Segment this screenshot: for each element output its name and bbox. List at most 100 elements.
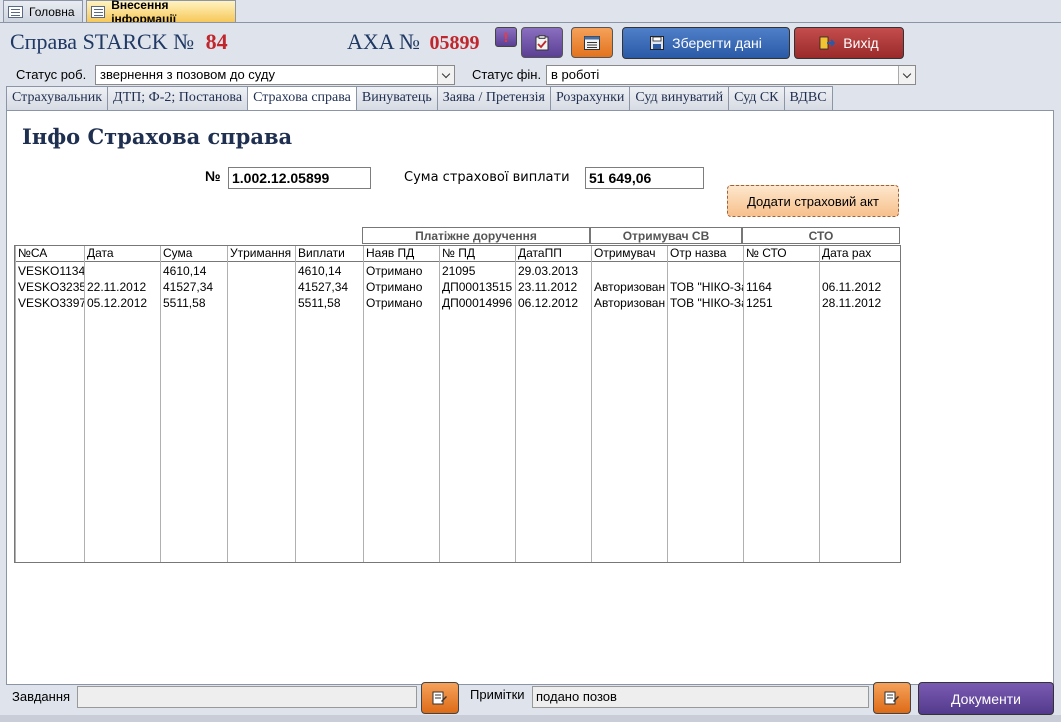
form-list-icon bbox=[584, 35, 600, 50]
table-cell[interactable] bbox=[667, 264, 743, 279]
column-header[interactable]: Виплати bbox=[295, 246, 363, 261]
table-cell[interactable] bbox=[227, 264, 295, 279]
table-cell[interactable]: ДП00014996 bbox=[439, 296, 515, 311]
doc-tab-main-label: Головна bbox=[29, 4, 75, 19]
table-cell[interactable]: VESKO3235 bbox=[15, 280, 84, 295]
table-cell[interactable]: 1251 bbox=[743, 296, 819, 311]
column-header[interactable]: Отримувач bbox=[591, 246, 667, 261]
status-bar bbox=[0, 715, 1061, 722]
case-number: 84 bbox=[205, 29, 228, 54]
table-cell[interactable]: 05.12.2012 bbox=[84, 296, 160, 311]
column-header[interactable]: Отр назва bbox=[667, 246, 743, 261]
save-button[interactable]: Зберегти дані bbox=[622, 27, 790, 59]
table-cell[interactable]: Авторизован bbox=[591, 296, 667, 311]
table-cell[interactable]: ДП00013515 bbox=[439, 280, 515, 295]
exit-icon bbox=[819, 36, 836, 50]
tasks-label: Завдання bbox=[12, 689, 71, 704]
column-header[interactable]: № СТО bbox=[743, 246, 819, 261]
edit-note-icon bbox=[884, 691, 899, 705]
insurance-acts-table: №СА Дата Сума Утримання Виплати Наяв ПД № ПД Да… bbox=[14, 245, 901, 563]
doc-tab-input[interactable]: Внесення інформації bbox=[86, 0, 236, 26]
table-cell[interactable]: 41527,34 bbox=[295, 280, 363, 295]
table-cell[interactable]: Отримано bbox=[363, 264, 439, 279]
tab-court-sk[interactable]: Суд СК bbox=[728, 86, 785, 110]
tab-accident[interactable]: ДТП; Ф-2; Постанова bbox=[107, 86, 249, 110]
group-payment-order: Платіжне доручення bbox=[362, 227, 590, 244]
table-cell[interactable]: 28.11.2012 bbox=[819, 296, 901, 311]
page-title: Інфо Страхова справа bbox=[22, 124, 293, 149]
case-label: Справа STARCK № bbox=[10, 29, 195, 54]
tasks-field[interactable] bbox=[77, 686, 417, 708]
column-header[interactable]: №СА bbox=[15, 246, 84, 261]
table-cell[interactable] bbox=[227, 296, 295, 311]
checklist-button[interactable] bbox=[521, 27, 563, 58]
save-button-label: Зберегти дані bbox=[672, 35, 762, 51]
notes-label: Примітки bbox=[470, 687, 525, 702]
table-cell[interactable]: 23.11.2012 bbox=[515, 280, 591, 295]
tab-vdvs[interactable]: ВДВС bbox=[783, 86, 833, 110]
table-cell[interactable] bbox=[84, 264, 160, 279]
tab-claim[interactable]: Заява / Претензія bbox=[436, 86, 551, 110]
edit-note-icon bbox=[432, 691, 447, 705]
table-cell[interactable]: 06.12.2012 bbox=[515, 296, 591, 311]
notes-field[interactable]: подано позов bbox=[532, 686, 869, 708]
add-insurance-act-button[interactable]: Додати страховий акт bbox=[727, 185, 899, 217]
axa-label: AXA № bbox=[347, 29, 420, 54]
table-cell[interactable]: Отримано bbox=[363, 280, 439, 295]
table-cell[interactable]: 21095 bbox=[439, 264, 515, 279]
payment-sum-label: Сума страхової виплати bbox=[404, 170, 570, 185]
column-header[interactable]: Утримання bbox=[227, 246, 295, 261]
exit-button[interactable]: Вихід bbox=[794, 27, 904, 59]
notes-edit-button[interactable] bbox=[873, 682, 911, 714]
table-cell[interactable]: 4610,14 bbox=[160, 264, 227, 279]
tab-culprit[interactable]: Винуватець bbox=[355, 86, 438, 110]
table-cell[interactable]: VESKO3397 bbox=[15, 296, 84, 311]
table-cell[interactable] bbox=[743, 264, 819, 279]
table-cell[interactable]: 5511,58 bbox=[160, 296, 227, 311]
column-header[interactable]: Дата рах bbox=[819, 246, 901, 261]
table-cell[interactable]: 4610,14 bbox=[295, 264, 363, 279]
table-cell[interactable]: 22.11.2012 bbox=[84, 280, 160, 295]
table-cell[interactable]: 1164 bbox=[743, 280, 819, 295]
form-icon bbox=[91, 5, 106, 18]
documents-button[interactable]: Документи bbox=[918, 682, 1054, 715]
table-cell[interactable]: 06.11.2012 bbox=[819, 280, 901, 295]
form-tabs: Страхувальник ДТП; Ф-2; Постанова Страхо… bbox=[6, 86, 833, 111]
documents-button-label: Документи bbox=[951, 690, 1021, 707]
table-cell[interactable] bbox=[591, 264, 667, 279]
tab-insurance-case[interactable]: Страхова справа bbox=[247, 86, 357, 111]
fin-status-value: в роботі bbox=[551, 67, 600, 82]
chevron-down-icon[interactable] bbox=[898, 66, 915, 84]
tasks-edit-button[interactable] bbox=[421, 682, 459, 714]
case-num-label: № bbox=[205, 168, 221, 184]
table-cell[interactable] bbox=[819, 264, 901, 279]
column-header[interactable]: Наяв ПД bbox=[363, 246, 439, 261]
fin-status-select[interactable]: в роботі bbox=[546, 65, 916, 85]
exit-button-label: Вихід bbox=[843, 35, 879, 51]
payment-sum-field[interactable]: 51 649,06 bbox=[585, 167, 704, 189]
table-cell[interactable]: 41527,34 bbox=[160, 280, 227, 295]
case-num-field[interactable]: 1.002.12.05899 bbox=[228, 167, 371, 189]
table-cell[interactable]: ТОВ "НІКО-За bbox=[667, 296, 743, 311]
column-header[interactable]: Сума bbox=[160, 246, 227, 261]
column-header[interactable]: ДатаПП bbox=[515, 246, 591, 261]
main-form: Справа STARCK № 84 AXA № 05899 ! Зберегт… bbox=[0, 22, 1061, 722]
list-form-button[interactable] bbox=[571, 27, 613, 58]
table-cell[interactable] bbox=[227, 280, 295, 295]
table-cell[interactable]: ТОВ "НІКО-За bbox=[667, 280, 743, 295]
doc-tab-main[interactable]: Головна bbox=[3, 0, 83, 22]
tab-insured[interactable]: Страхувальник bbox=[6, 86, 109, 110]
table-cell[interactable]: 29.03.2013 bbox=[515, 264, 591, 279]
chevron-down-icon[interactable] bbox=[437, 66, 454, 84]
work-status-select[interactable]: звернення з позовом до суду bbox=[95, 65, 455, 85]
table-cell[interactable]: 5511,58 bbox=[295, 296, 363, 311]
table-cell[interactable]: VESKO1134 bbox=[15, 264, 84, 279]
table-cell[interactable]: Отримано bbox=[363, 296, 439, 311]
axa-title: AXA № 05899 bbox=[347, 29, 479, 55]
column-header[interactable]: Дата bbox=[84, 246, 160, 261]
column-header[interactable]: № ПД bbox=[439, 246, 515, 261]
tab-calculations[interactable]: Розрахунки bbox=[549, 86, 631, 110]
tab-court-culprit[interactable]: Суд винуватий bbox=[629, 86, 730, 110]
alert-button[interactable]: ! bbox=[495, 27, 517, 47]
table-cell[interactable]: Авторизован bbox=[591, 280, 667, 295]
